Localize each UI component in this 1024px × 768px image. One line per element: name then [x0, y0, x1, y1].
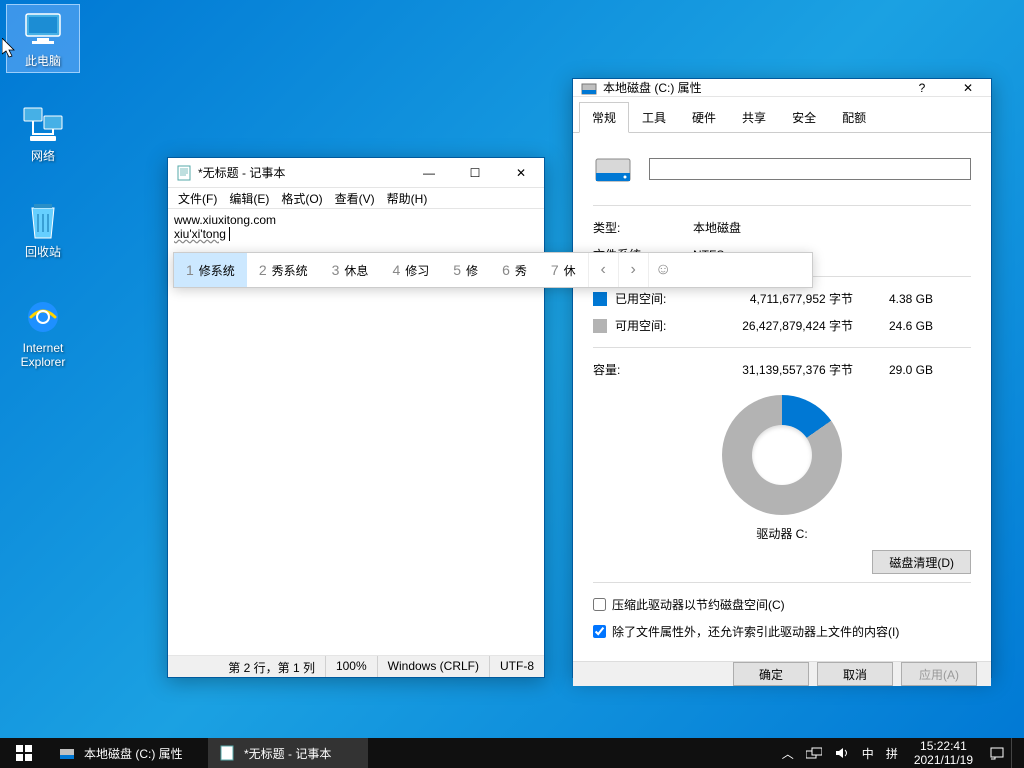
desktop-icon-label: 回收站	[6, 245, 80, 259]
ok-button[interactable]: 确定	[733, 662, 809, 686]
capacity-bytes: 31,139,557,376 字节	[693, 361, 853, 378]
menu-format[interactable]: 格式(O)	[275, 188, 328, 209]
ime-candidate-6[interactable]: 6秀	[490, 253, 539, 287]
tab-hardware[interactable]: 硬件	[679, 102, 729, 133]
properties-title: 本地磁盘 (C:) 属性	[603, 79, 899, 96]
ime-prev-button[interactable]: ‹	[588, 253, 618, 287]
desktop-icon-label: 网络	[6, 149, 80, 163]
properties-body: 类型:本地磁盘 文件系统:NTFS 已用空间:4,711,677,952 字节4…	[573, 133, 991, 661]
notepad-title: *无标题 - 记事本	[198, 164, 406, 181]
ime-emoji-button[interactable]: ☺	[648, 253, 678, 287]
properties-footer: 确定 取消 应用(A)	[573, 661, 991, 686]
notepad-menubar: 文件(F) 编辑(E) 格式(O) 查看(V) 帮助(H)	[168, 188, 544, 208]
drive-letter-label: 驱动器 C:	[593, 525, 971, 542]
notepad-statusbar: 第 2 行，第 1 列 100% Windows (CRLF) UTF-8	[168, 655, 544, 677]
tray-ime-mode[interactable]: 拼	[880, 738, 904, 768]
disk-cleanup-button[interactable]: 磁盘清理(D)	[872, 550, 971, 574]
taskbar-button-properties[interactable]: 本地磁盘 (C:) 属性	[48, 738, 208, 768]
status-encoding: UTF-8	[489, 656, 544, 677]
tray-volume-icon[interactable]	[828, 738, 856, 768]
used-color-swatch	[593, 292, 607, 306]
tab-tools[interactable]: 工具	[629, 102, 679, 133]
free-color-swatch	[593, 319, 607, 333]
menu-file[interactable]: 文件(F)	[172, 188, 223, 209]
properties-window: 本地磁盘 (C:) 属性 ? ✕ 常规 工具 硬件 共享 安全 配额 类型:本地…	[572, 78, 992, 678]
ime-candidate-5[interactable]: 5修	[441, 253, 490, 287]
drive-icon	[58, 744, 76, 762]
minimize-button[interactable]: —	[406, 158, 452, 187]
ime-candidate-7[interactable]: 7休	[539, 253, 588, 287]
type-value: 本地磁盘	[693, 219, 741, 236]
apply-button[interactable]: 应用(A)	[901, 662, 977, 686]
free-hr: 24.6 GB	[853, 319, 933, 333]
properties-tabs: 常规 工具 硬件 共享 安全 配额	[573, 101, 991, 133]
desktop-icon-recycle-bin[interactable]: 回收站	[6, 196, 80, 263]
drive-name-input[interactable]	[649, 158, 971, 180]
notepad-window: *无标题 - 记事本 — ☐ ✕ 文件(F) 编辑(E) 格式(O) 查看(V)…	[167, 157, 545, 678]
tray-time: 15:22:41	[914, 739, 973, 753]
tray-clock[interactable]: 15:22:41 2021/11/19	[904, 739, 983, 767]
compress-checkbox[interactable]	[593, 598, 606, 611]
used-bytes: 4,711,677,952 字节	[693, 290, 853, 307]
menu-help[interactable]: 帮助(H)	[381, 188, 434, 209]
close-button[interactable]: ✕	[498, 158, 544, 187]
ime-candidate-3[interactable]: 3休息	[320, 253, 381, 287]
tab-sharing[interactable]: 共享	[729, 102, 779, 133]
index-checkbox[interactable]	[593, 625, 606, 638]
desktop-icon-network[interactable]: 网络	[6, 100, 80, 167]
taskbar-label: *无标题 - 记事本	[244, 745, 331, 762]
ime-next-button[interactable]: ›	[618, 253, 648, 287]
menu-edit[interactable]: 编辑(E)	[223, 188, 275, 209]
type-label: 类型:	[593, 219, 693, 236]
tray-network-icon[interactable]	[800, 738, 828, 768]
capacity-hr: 29.0 GB	[853, 363, 933, 377]
used-label: 已用空间:	[615, 290, 666, 307]
ime-candidate-bar: 1修系统 2秀系统 3休息 4修习 5修 6秀 7休 ‹ › ☺	[173, 252, 813, 288]
used-hr: 4.38 GB	[853, 292, 933, 306]
status-zoom: 100%	[325, 656, 377, 677]
taskbar-label: 本地磁盘 (C:) 属性	[84, 745, 183, 762]
index-label: 除了文件属性外，还允许索引此驱动器上文件的内容(I)	[612, 623, 899, 640]
desktop-icon-ie[interactable]: Internet Explorer	[6, 292, 80, 373]
tray-date: 2021/11/19	[914, 753, 973, 767]
start-button[interactable]	[0, 738, 48, 768]
menu-view[interactable]: 查看(V)	[329, 188, 381, 209]
drive-large-icon	[593, 149, 633, 189]
desktop-icon-label: Internet Explorer	[6, 341, 80, 369]
windows-logo-icon	[16, 745, 32, 761]
system-tray: ︿ 中 拼 15:22:41 2021/11/19	[776, 738, 1024, 768]
close-button[interactable]: ✕	[945, 79, 991, 96]
capacity-label: 容量:	[593, 361, 620, 378]
tray-chevron-icon[interactable]: ︿	[776, 738, 800, 768]
ime-candidate-4[interactable]: 4修习	[380, 253, 441, 287]
taskbar-button-notepad[interactable]: *无标题 - 记事本	[208, 738, 368, 768]
drive-icon	[581, 80, 597, 96]
free-bytes: 26,427,879,424 字节	[693, 317, 853, 334]
disk-usage-chart	[722, 395, 842, 515]
properties-titlebar[interactable]: 本地磁盘 (C:) 属性 ? ✕	[573, 79, 991, 97]
maximize-button[interactable]: ☐	[452, 158, 498, 187]
status-position: 第 2 行，第 1 列	[218, 656, 325, 677]
tray-ime-lang[interactable]: 中	[856, 738, 880, 768]
notepad-line2: xiu'xi'tong	[174, 227, 226, 241]
tab-security[interactable]: 安全	[779, 102, 829, 133]
tab-quota[interactable]: 配额	[829, 102, 879, 133]
help-button[interactable]: ?	[899, 79, 945, 96]
tray-notifications-icon[interactable]	[983, 738, 1011, 768]
notepad-icon	[218, 744, 236, 762]
notepad-line1: www.xiuxitong.com	[174, 213, 538, 227]
tab-general[interactable]: 常规	[579, 102, 629, 133]
ime-candidate-1[interactable]: 1修系统	[174, 253, 247, 287]
notepad-icon	[176, 165, 192, 181]
compress-label: 压缩此驱动器以节约磁盘空间(C)	[612, 596, 785, 613]
ime-candidate-2[interactable]: 2秀系统	[247, 253, 320, 287]
show-desktop-button[interactable]	[1011, 738, 1024, 768]
cursor-arrow-icon	[2, 38, 18, 60]
notepad-titlebar[interactable]: *无标题 - 记事本 — ☐ ✕	[168, 158, 544, 188]
cancel-button[interactable]: 取消	[817, 662, 893, 686]
free-label: 可用空间:	[615, 317, 666, 334]
status-eol: Windows (CRLF)	[377, 656, 489, 677]
taskbar: 本地磁盘 (C:) 属性 *无标题 - 记事本 ︿ 中 拼 15:22:41 2…	[0, 738, 1024, 768]
